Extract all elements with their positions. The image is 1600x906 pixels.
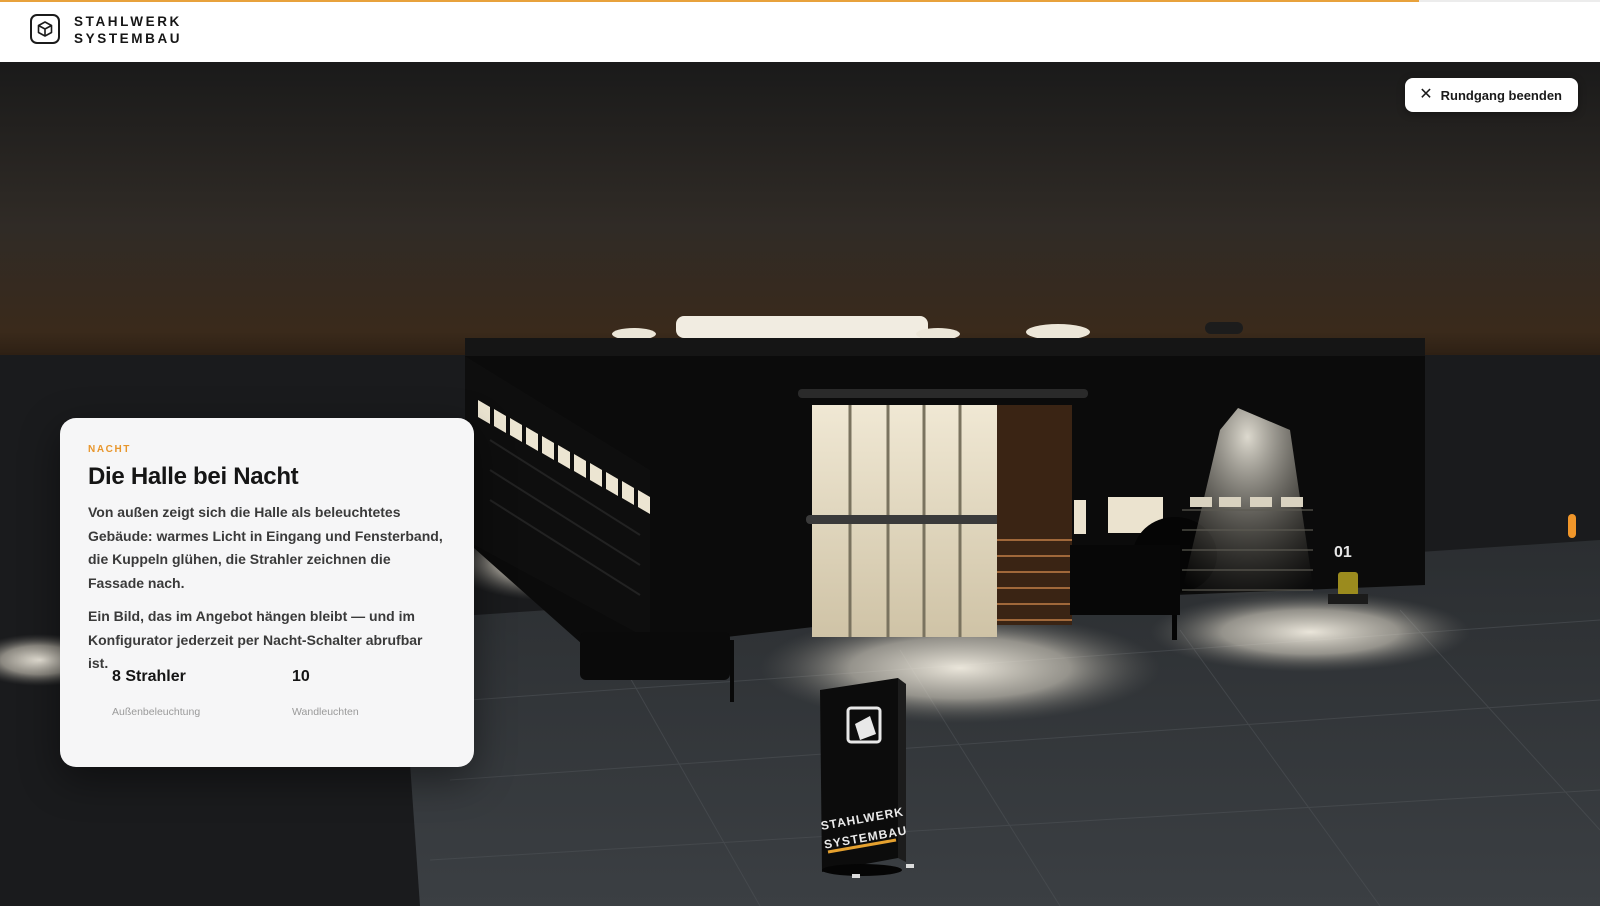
stat-value: 8 Strahler xyxy=(112,668,186,685)
close-icon: ✕ xyxy=(1419,86,1433,103)
scene-scroll-handle[interactable] xyxy=(1568,514,1576,538)
stat-label: Außenbeleuchtung xyxy=(112,706,201,718)
stat-value: 10 xyxy=(292,668,310,685)
door-number-label: 01 xyxy=(1334,544,1352,561)
card-paragraph-2: Ein Bild, das im Angebot hängen bleibt —… xyxy=(88,608,423,671)
brand-wordmark[interactable]: STAHLWERK SYSTEMBAU xyxy=(74,13,182,47)
brand-logo-icon[interactable] xyxy=(30,14,60,44)
brand-line-2: SYSTEMBAU xyxy=(74,31,183,46)
exit-tour-button[interactable]: ✕ Rundgang beenden xyxy=(1405,78,1578,112)
top-bar: STAHLWERK SYSTEMBAU xyxy=(0,0,1600,62)
card-title: Die Halle bei Nacht xyxy=(88,463,299,490)
brand-line-1: STAHLWERK xyxy=(74,14,182,29)
tour-progress-track xyxy=(0,0,1600,2)
card-eyebrow: NACHT xyxy=(88,444,131,455)
stat-label: Wandleuchten xyxy=(292,706,359,718)
card-stats: 8 Strahler Außenbeleuchtung 10 Wandleuch… xyxy=(112,668,442,748)
tour-progress-fill xyxy=(0,0,1420,2)
card-paragraph-1: Von außen zeigt sich die Halle als beleu… xyxy=(88,504,443,591)
tour-info-card: NACHT Die Halle bei Nacht Von außen zeig… xyxy=(60,418,474,767)
stat-spotlights: 8 Strahler Außenbeleuchtung xyxy=(112,668,200,718)
exit-tour-label: Rundgang beenden xyxy=(1440,87,1562,103)
stat-wall-lights: 10 Wandleuchten xyxy=(292,668,359,718)
